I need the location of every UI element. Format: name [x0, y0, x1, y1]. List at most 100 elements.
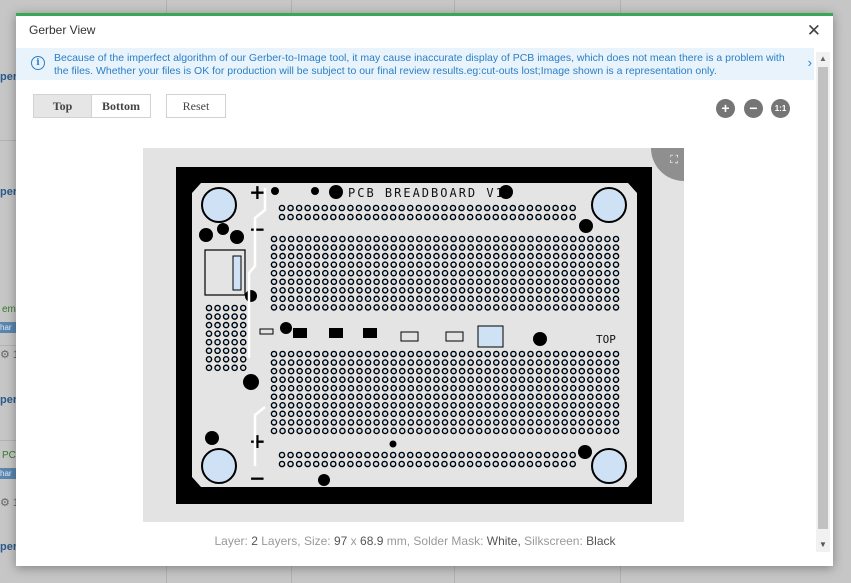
via: [205, 431, 219, 445]
pad: [527, 384, 534, 392]
pad: [356, 235, 363, 243]
pad: [304, 278, 312, 286]
scroll-up-arrow-icon[interactable]: ▲: [816, 52, 830, 66]
pad: [214, 364, 221, 372]
pad: [287, 286, 295, 294]
vertical-scrollbar[interactable]: ▲ ▼: [816, 52, 830, 552]
pad: [390, 261, 397, 268]
pad: [527, 393, 534, 401]
pad: [595, 278, 603, 286]
pad: [313, 419, 321, 426]
pad: [270, 304, 278, 311]
pad: [398, 410, 406, 418]
pad: [475, 204, 482, 212]
pad: [569, 261, 577, 268]
pad: [604, 304, 611, 311]
pad: [356, 410, 363, 418]
pad: [296, 235, 303, 243]
pad: [389, 204, 397, 212]
pad: [279, 419, 286, 426]
pad: [339, 367, 346, 375]
pad: [330, 384, 338, 392]
zoom-out-icon[interactable]: −: [744, 99, 763, 118]
pad: [321, 278, 329, 286]
bottom-side-button[interactable]: Bottom: [91, 94, 151, 118]
pad: [458, 213, 465, 221]
pad: [347, 286, 355, 294]
pad: [604, 393, 611, 401]
pad: [492, 213, 500, 221]
pad: [398, 213, 406, 221]
pad: [578, 252, 586, 260]
pad: [279, 252, 286, 260]
pad: [304, 252, 312, 260]
zoom-in-icon[interactable]: +: [716, 99, 735, 118]
pad: [587, 393, 594, 401]
pad: [492, 350, 500, 358]
pad: [441, 359, 449, 366]
pad: [501, 350, 509, 358]
pad: [381, 295, 389, 303]
pad: [373, 304, 380, 311]
scrollbar-thumb[interactable]: [818, 67, 828, 529]
pad: [518, 401, 526, 409]
pad: [279, 401, 286, 409]
fullscreen-icon[interactable]: ⛶: [670, 154, 678, 167]
pad: [433, 410, 440, 418]
close-icon[interactable]: ✕: [807, 21, 821, 41]
pad: [569, 393, 577, 401]
zoom-actual-size-icon[interactable]: 1:1: [771, 99, 790, 118]
gerber-viewer[interactable]: + − + − PCB BREADBOARD V1 TOP ⛶: [143, 148, 684, 522]
pad: [381, 393, 389, 401]
pad: [239, 321, 247, 329]
pad: [270, 252, 278, 260]
pad: [492, 460, 500, 468]
pad: [373, 359, 380, 366]
pad: [356, 350, 363, 358]
pad: [552, 427, 560, 435]
pad: [501, 304, 509, 311]
pad: [441, 376, 449, 383]
pad: [287, 451, 294, 459]
pad: [535, 261, 543, 268]
pad: [441, 451, 448, 459]
pad: [595, 350, 603, 358]
reset-button[interactable]: Reset: [166, 94, 226, 118]
pad: [458, 244, 466, 251]
pad: [552, 286, 560, 294]
pad: [492, 384, 500, 392]
pad: [278, 213, 286, 221]
pad: [433, 419, 440, 426]
pad: [441, 350, 449, 358]
pad: [467, 401, 474, 409]
pad: [373, 261, 380, 268]
pad: [544, 384, 551, 392]
pad: [543, 213, 551, 221]
pad: [535, 213, 542, 221]
pad: [214, 338, 221, 346]
pad: [535, 384, 543, 392]
pad: [364, 367, 372, 375]
pad: [330, 401, 338, 409]
pad: [205, 338, 213, 346]
pad: [535, 376, 543, 383]
pad: [270, 235, 278, 243]
pad: [604, 350, 611, 358]
pad: [398, 261, 406, 268]
pad: [458, 269, 466, 277]
pad: [231, 304, 238, 312]
pad: [222, 313, 230, 320]
pad: [535, 252, 543, 260]
pad: [544, 367, 551, 375]
pad: [604, 401, 611, 409]
pad: [595, 252, 603, 260]
pad: [450, 286, 457, 294]
top-side-button[interactable]: Top: [33, 94, 91, 118]
pad: [501, 235, 509, 243]
pad: [483, 460, 491, 468]
pad: [287, 393, 295, 401]
scroll-down-arrow-icon[interactable]: ▼: [816, 538, 830, 552]
pad: [364, 460, 371, 468]
pad: [416, 359, 423, 366]
chevron-right-icon[interactable]: ›: [808, 55, 812, 70]
